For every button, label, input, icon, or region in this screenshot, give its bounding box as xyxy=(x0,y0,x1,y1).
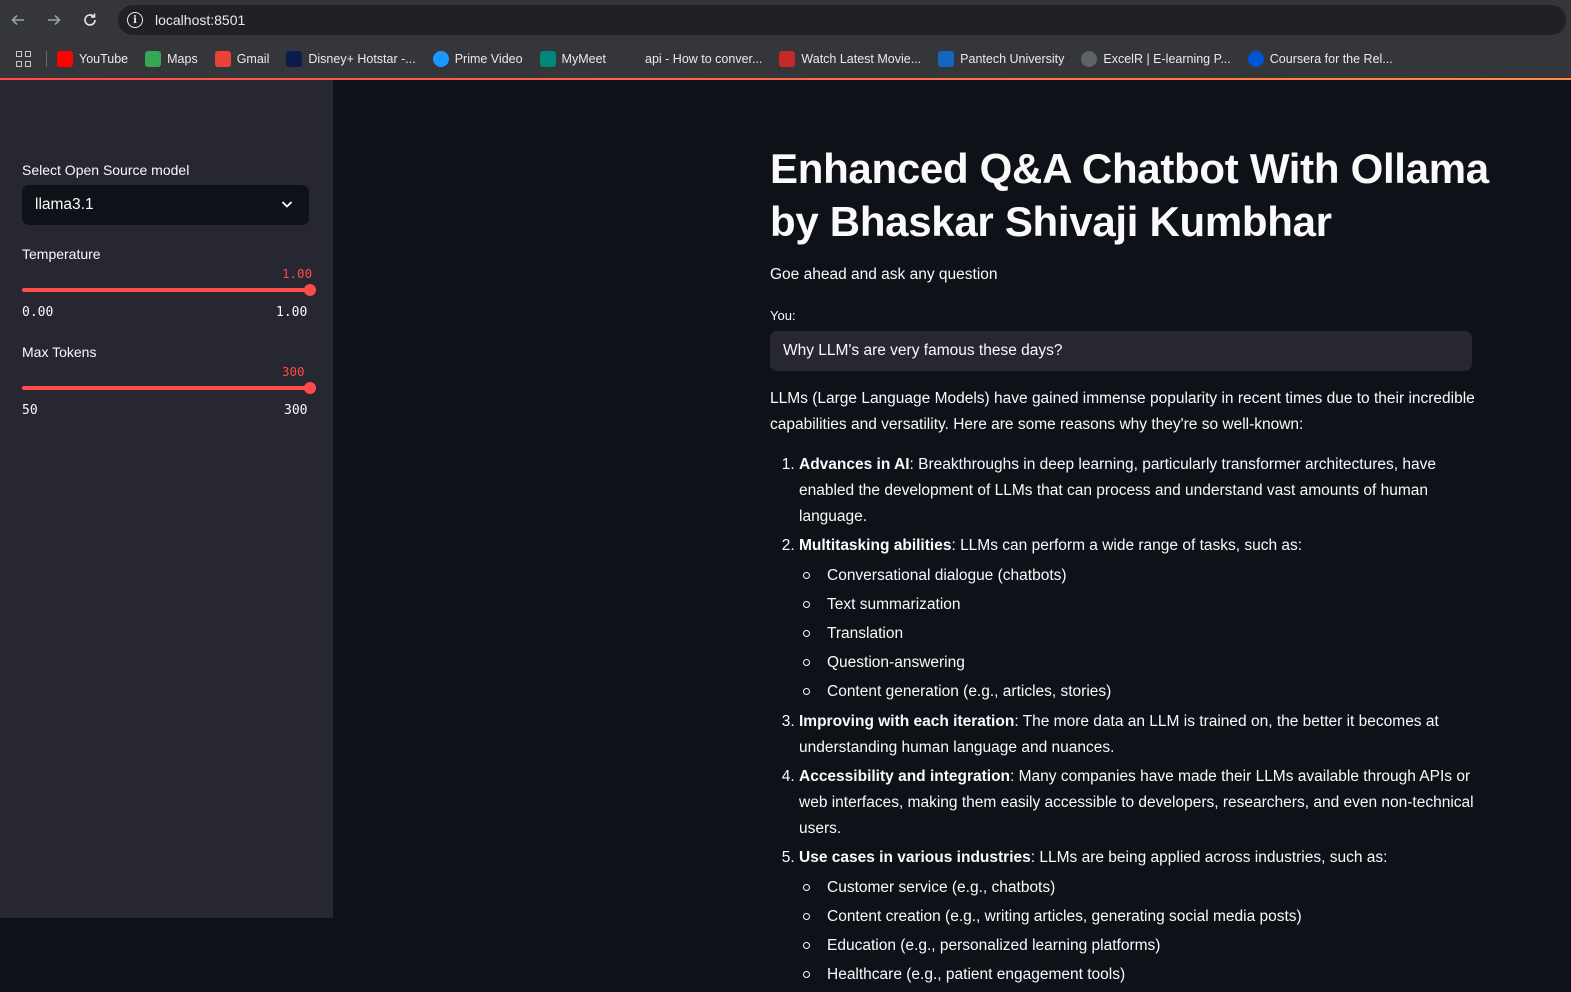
temperature-label: Temperature xyxy=(22,246,101,262)
answer-subitem: Conversational dialogue (chatbots) xyxy=(803,561,1480,590)
coursera-icon xyxy=(1247,51,1264,67)
main-content: Enhanced Q&A Chatbot With Ollama by Bhas… xyxy=(333,80,1571,983)
bookmark-item[interactable]: Prime Video xyxy=(432,51,523,67)
max-tokens-label: Max Tokens xyxy=(22,344,97,360)
page-subtitle: Goe ahead and ask any question xyxy=(770,266,998,283)
movie-icon xyxy=(779,51,796,67)
apps-grid-icon[interactable] xyxy=(16,51,32,67)
bookmark-item[interactable]: Coursera for the Rel... xyxy=(1247,51,1393,67)
model-select-label: Select Open Source model xyxy=(22,162,190,178)
globe-icon xyxy=(1081,51,1098,67)
maps-icon xyxy=(145,51,162,67)
answer-point-heading: Multitasking abilities xyxy=(799,537,952,554)
back-arrow-icon xyxy=(11,14,24,26)
model-select[interactable]: llama3.1 xyxy=(22,185,309,225)
answer-subitem: Question-answering xyxy=(803,648,1480,677)
bookmark-label: api - How to conver... xyxy=(645,52,763,66)
question-input-value: Why LLM's are very famous these days? xyxy=(783,342,1063,359)
max-tokens-slider-thumb[interactable] xyxy=(304,382,316,394)
bookmark-item[interactable]: MyMeet xyxy=(539,51,606,67)
answer-point: Accessibility and integration: Many comp… xyxy=(799,764,1480,842)
answer-point-heading: Use cases in various industries xyxy=(799,849,1031,866)
max-tokens-max: 300 xyxy=(284,403,308,418)
temperature-max: 1.00 xyxy=(276,305,308,320)
prime-video-icon xyxy=(432,51,449,67)
answer-point: Multitasking abilities: LLMs can perform… xyxy=(799,533,1480,706)
answer-point: Advances in AI: Breakthroughs in deep le… xyxy=(799,452,1480,530)
bookmark-item[interactable]: Pantech University xyxy=(938,51,1064,67)
hotstar-icon xyxy=(286,51,303,67)
bookmark-item[interactable]: Watch Latest Movie... xyxy=(779,51,921,67)
reload-icon xyxy=(84,13,96,26)
bookmark-label: Coursera for the Rel... xyxy=(1269,52,1393,66)
bookmark-item[interactable]: ExcelR | E-learning P... xyxy=(1081,51,1231,67)
answer-block: LLMs (Large Language Models) have gained… xyxy=(770,386,1480,992)
bookmark-item[interactable]: Maps xyxy=(145,51,198,67)
sidebar: Select Open Source model llama3.1 Temper… xyxy=(0,80,333,918)
answer-subitem: Healthcare (e.g., patient engagement too… xyxy=(803,960,1480,989)
answer-point-text: : LLMs can perform a wide range of tasks… xyxy=(951,537,1303,554)
answer-point: Improving with each iteration: The more … xyxy=(799,709,1480,761)
answer-point-heading: Accessibility and integration xyxy=(799,768,1011,785)
bookmarks-divider xyxy=(46,51,47,67)
max-tokens-min: 50 xyxy=(22,403,38,418)
question-input-label: You: xyxy=(770,308,796,323)
answer-subitem: Text summarization xyxy=(803,590,1480,619)
site-info-icon[interactable]: i xyxy=(127,12,143,28)
back-button[interactable] xyxy=(0,0,36,40)
bookmark-item[interactable]: Gmail xyxy=(214,51,270,67)
bookmark-item[interactable]: Disney+ Hotstar -... xyxy=(286,51,416,67)
question-input[interactable]: Why LLM's are very famous these days? xyxy=(770,331,1472,371)
bookmark-label: MyMeet xyxy=(561,52,606,66)
answer-points-list: Advances in AI: Breakthroughs in deep le… xyxy=(770,452,1480,989)
browser-toolbar: i localhost:8501 xyxy=(0,0,1571,40)
bookmark-item[interactable]: api - How to conver... xyxy=(623,51,762,67)
chevron-down-icon xyxy=(281,201,293,208)
answer-intro: LLMs (Large Language Models) have gained… xyxy=(770,390,1475,433)
temperature-value: 1.00 xyxy=(282,266,313,281)
gmail-icon xyxy=(214,51,231,67)
bookmark-label: Disney+ Hotstar -... xyxy=(308,52,416,66)
model-select-value: llama3.1 xyxy=(35,196,94,213)
bookmark-label: Prime Video xyxy=(454,52,523,66)
answer-sublist: Conversational dialogue (chatbots) Text s… xyxy=(799,561,1480,706)
temperature-slider-thumb[interactable] xyxy=(304,284,316,296)
url-text: localhost:8501 xyxy=(155,12,246,28)
answer-subitem: Translation xyxy=(803,619,1480,648)
bookmark-item[interactable]: YouTube xyxy=(57,51,128,67)
answer-subitem: Education (e.g., personalized learning p… xyxy=(803,931,1480,960)
answer-subitem: Content generation (e.g., articles, stor… xyxy=(803,677,1480,706)
forward-button[interactable] xyxy=(36,0,72,40)
answer-point-text: : LLMs are being applied across industri… xyxy=(1030,849,1388,866)
bookmark-label: ExcelR | E-learning P... xyxy=(1103,52,1231,66)
bookmark-label: Watch Latest Movie... xyxy=(801,52,922,66)
max-tokens-value: 300 xyxy=(282,364,305,379)
temperature-min: 0.00 xyxy=(22,305,54,320)
answer-point-heading: Advances in AI xyxy=(799,456,910,473)
bookmark-label: YouTube xyxy=(79,52,129,66)
page-title: Enhanced Q&A Chatbot With Ollama by Bhas… xyxy=(770,145,1489,245)
pantech-icon xyxy=(938,51,955,67)
address-bar[interactable]: i localhost:8501 xyxy=(118,5,1566,35)
temperature-slider-track[interactable] xyxy=(22,288,310,292)
youtube-icon xyxy=(57,51,73,67)
stackoverflow-icon xyxy=(623,51,639,67)
answer-point-heading: Improving with each iteration xyxy=(799,713,1015,730)
answer-point: Use cases in various industries: LLMs ar… xyxy=(799,845,1480,989)
bookmark-label: Pantech University xyxy=(960,52,1065,66)
bookmark-label: Maps xyxy=(167,52,198,66)
bookmark-label: Gmail xyxy=(236,52,270,66)
bookmarks-bar: YouTube Maps Gmail Disney+ Hotstar -... Prim… xyxy=(0,40,1571,78)
mymeet-icon xyxy=(539,51,556,67)
reload-button[interactable] xyxy=(72,0,108,40)
answer-subitem: Customer service (e.g., chatbots) xyxy=(803,873,1480,902)
answer-sublist: Customer service (e.g., chatbots) Content… xyxy=(799,873,1480,989)
forward-arrow-icon xyxy=(48,14,61,26)
answer-subitem: Content creation (e.g., writing articles… xyxy=(803,902,1480,931)
max-tokens-slider-track[interactable] xyxy=(22,386,310,390)
